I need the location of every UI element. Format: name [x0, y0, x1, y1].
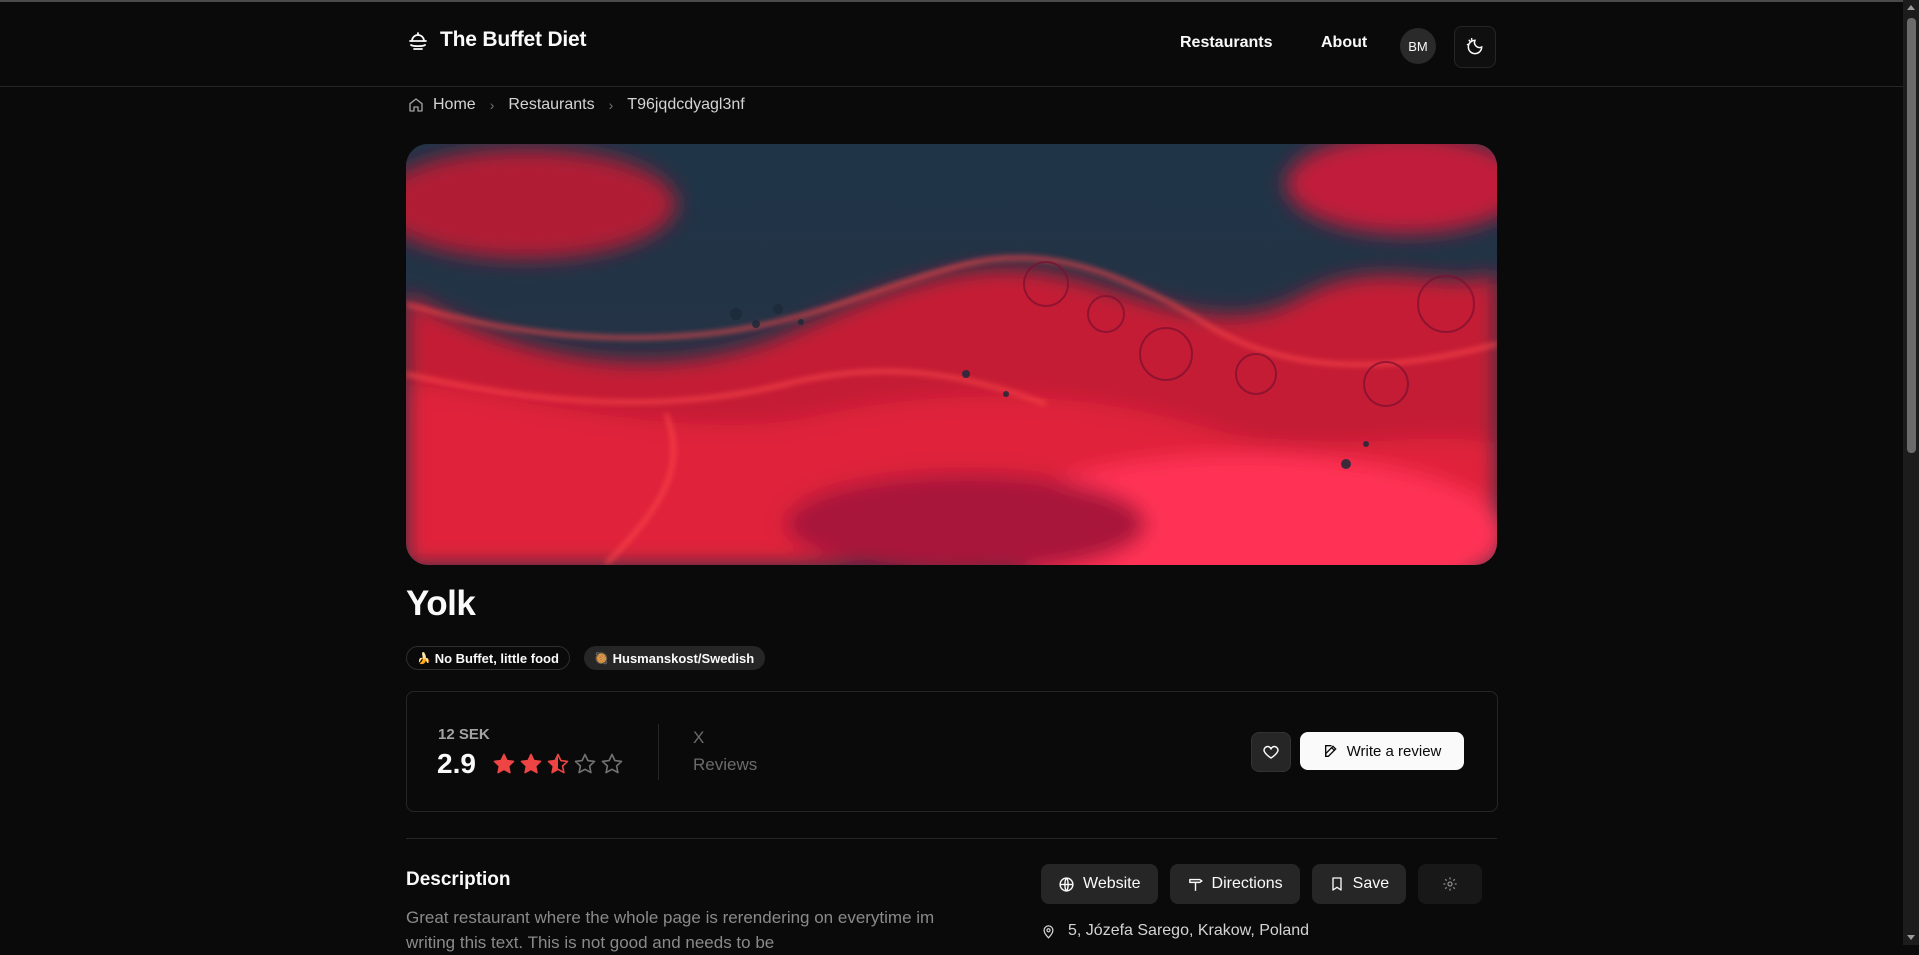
home-icon — [409, 98, 423, 112]
tag-label: No Buffet, little food — [434, 650, 559, 666]
edit-icon — [1324, 745, 1337, 757]
brand-name: The Buffet Diet — [440, 28, 587, 51]
breadcrumb-home[interactable]: Home — [408, 96, 476, 114]
moon-sun-icon — [1466, 37, 1483, 55]
directions-button[interactable]: Directions — [1169, 864, 1300, 904]
breadcrumb-current: T96jqdcdyagl3nf — [627, 96, 745, 113]
restaurant-tags: 🍌 No Buffet, little food 🥘 Husmanskost/S… — [406, 646, 766, 670]
chevron-right-icon: › — [608, 97, 614, 113]
tag-cuisine[interactable]: 🥘 Husmanskost/Swedish — [583, 646, 766, 670]
tag-label: Husmanskost/Swedish — [612, 650, 755, 666]
star-filled-icon — [520, 753, 542, 774]
restaurant-hero-image — [406, 144, 1497, 565]
description-heading: Description — [406, 869, 511, 890]
tag-buffet-type[interactable]: 🍌 No Buffet, little food — [406, 646, 570, 670]
restaurant-name: Yolk — [406, 584, 476, 623]
signpost-icon — [1188, 878, 1203, 891]
star-empty-icon — [601, 753, 623, 774]
write-review-label: Write a review — [1346, 742, 1442, 760]
price-label: 12 SEK — [438, 726, 490, 743]
write-review-button[interactable]: Write a review — [1300, 732, 1464, 770]
favorite-button[interactable] — [1251, 732, 1291, 772]
food-pan-icon: 🥘 — [594, 652, 609, 665]
nav-restaurants-link[interactable]: Restaurants — [1180, 34, 1272, 52]
description-text: Great restaurant where the whole page is… — [406, 908, 935, 952]
star-filled-icon — [493, 753, 515, 774]
buffet-logo-icon — [409, 32, 427, 50]
rating-stars — [492, 752, 624, 776]
directions-label: Directions — [1211, 875, 1283, 892]
gear-icon — [1443, 877, 1457, 891]
rating-card: 12 SEK 2.9 X Reviews Write a review — [406, 691, 1498, 812]
website-button[interactable]: Website — [1041, 864, 1158, 904]
nav-about-link[interactable]: About — [1321, 34, 1367, 52]
website-label: Website — [1083, 875, 1141, 892]
review-label: Reviews — [693, 755, 758, 774]
site-header: The Buffet Diet Restaurants About BM — [0, 2, 1903, 87]
brand-link[interactable]: The Buffet Diet — [406, 28, 587, 52]
breadcrumb-restaurants[interactable]: Restaurants — [508, 96, 594, 114]
banana-icon: 🍌 — [417, 652, 431, 665]
settings-button[interactable] — [1418, 864, 1483, 904]
scroll-up-icon[interactable] — [1907, 5, 1915, 10]
rating-score: 2.9 — [437, 748, 476, 779]
scroll-down-icon[interactable] — [1907, 935, 1915, 940]
page-scrollbar[interactable] — [1903, 0, 1919, 945]
chevron-right-icon: › — [489, 97, 495, 113]
bookmark-icon — [1331, 877, 1342, 891]
address-text: 5, Józefa Sarego, Krakow, Poland — [1068, 922, 1310, 939]
address: 5, Józefa Sarego, Krakow, Poland — [1041, 922, 1309, 940]
globe-icon — [1059, 876, 1074, 892]
scrollbar-thumb[interactable] — [1907, 18, 1916, 453]
rating-divider — [658, 724, 659, 780]
action-buttons: Website Directions Save — [1041, 864, 1483, 904]
breadcrumb-home-label: Home — [433, 96, 476, 113]
section-divider — [406, 838, 1497, 839]
map-pin-icon — [1043, 924, 1054, 939]
star-empty-icon — [574, 753, 596, 774]
user-avatar[interactable]: BM — [1400, 28, 1436, 64]
theme-toggle-button[interactable] — [1454, 26, 1496, 68]
save-button[interactable]: Save — [1311, 864, 1407, 904]
review-count: X — [693, 728, 705, 747]
breadcrumb: Home › Restaurants › T96jqdcdyagl3nf — [408, 96, 745, 114]
save-label: Save — [1352, 875, 1390, 892]
heart-icon — [1263, 745, 1279, 759]
star-half-icon — [547, 753, 569, 774]
